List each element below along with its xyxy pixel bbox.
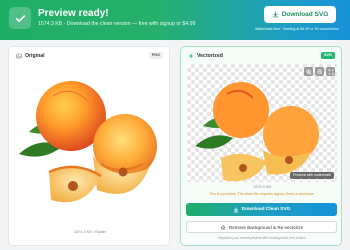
vectorized-heading: Vectorized xyxy=(188,53,223,59)
banner-title: Preview ready! xyxy=(38,8,109,19)
image-icon xyxy=(16,53,22,59)
preview-note: This is a preview. The clean file requir… xyxy=(209,192,315,196)
download-svg-button[interactable]: Download SVG xyxy=(264,6,336,23)
success-banner: Preview ready! 1574.3 KB · Download the … xyxy=(0,0,350,40)
download-clean-svg-button[interactable]: Download Clean SVG xyxy=(186,203,337,216)
original-image xyxy=(15,64,165,226)
vectorized-preview: Preview with watermark xyxy=(187,64,337,182)
expand-icon[interactable] xyxy=(326,67,335,76)
original-heading-label: Original xyxy=(25,53,45,59)
watermark-note: Watermark-free · Starting at $4.99 or 50… xyxy=(255,27,339,31)
zoom-out-icon[interactable] xyxy=(315,67,324,76)
zoom-in-icon[interactable] xyxy=(304,67,313,76)
eraser-icon xyxy=(220,225,226,230)
original-heading: Original xyxy=(16,53,45,59)
remove-background-label: Remove Background & Re-vectorize xyxy=(228,224,304,230)
download-svg-label: Download SVG xyxy=(281,11,329,18)
original-card: Original PNG 1574.3 KB • Raster xyxy=(8,46,170,246)
png-badge: PNG xyxy=(148,52,163,59)
vectorized-size: 1574.3 KB xyxy=(253,185,271,189)
svg-badge: SVG xyxy=(320,52,335,59)
download-clean-label: Download Clean SVG xyxy=(241,207,291,212)
remove-background-button[interactable]: Remove Background & Re-vectorize xyxy=(186,221,337,233)
watermark-tag: Preview with watermark xyxy=(290,172,334,179)
download-icon xyxy=(272,11,278,18)
vectorized-card: Vectorized SVG Preview with watermark 15… xyxy=(180,46,342,246)
remove-background-hint: Replaces your current preview with a bac… xyxy=(218,236,306,240)
download-icon xyxy=(233,206,238,212)
sparkle-icon xyxy=(188,53,194,59)
check-icon xyxy=(9,7,31,29)
original-caption: 1574.3 KB • Raster xyxy=(73,230,107,234)
banner-subtitle: 1574.3 KB · Download the clean version —… xyxy=(38,21,196,27)
vectorized-heading-label: Vectorized xyxy=(197,53,223,59)
